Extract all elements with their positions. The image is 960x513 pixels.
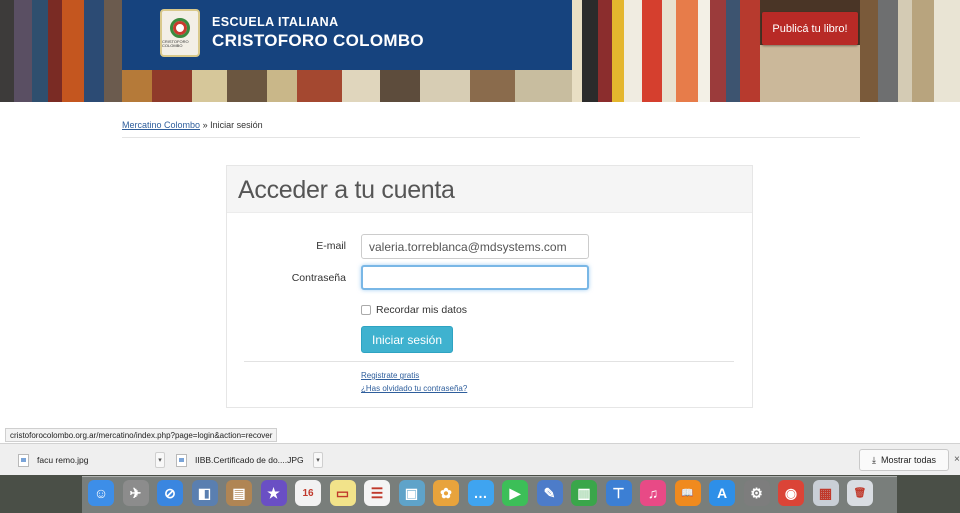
launchpad-icon[interactable]: ✈ [122,480,149,506]
login-button[interactable]: Iniciar sesión [361,326,453,353]
preview-icon[interactable]: ◧ [191,480,218,506]
safari-icon[interactable]: ⊘ [157,480,183,506]
messages-icon[interactable]: … [467,480,494,506]
breadcrumb-divider [122,137,860,138]
remember-label[interactable]: Recordar mis datos [376,304,467,316]
download-menu-caret[interactable]: ▾ [313,452,323,468]
logo-seal-icon [170,18,190,38]
download-filename: IIBB.Certificado de do....JPG [195,455,304,465]
downloads-folder-icon[interactable]: ▦ [812,480,839,506]
image-file-icon [176,453,187,467]
download-item[interactable]: IIBB.Certificado de do....JPG [176,450,304,470]
school-name-line1: ESCUELA ITALIANA [212,15,339,29]
breadcrumb-home-link[interactable]: Mercatino Colombo [122,120,200,130]
show-all-label: Mostrar todas [880,455,936,465]
download-menu-caret[interactable]: ▾ [155,452,165,468]
password-label: Contraseña [291,272,346,284]
chrome-icon[interactable]: ◉ [778,480,804,506]
ibooks-icon[interactable]: 📖 [674,480,701,506]
download-filename: facu remo.jpg [37,455,89,465]
app-store-icon[interactable]: A [709,480,735,506]
status-url: cristoforocolombo.org.ar/mercatino/index… [5,428,278,442]
school-name-line2: CRISTOFORO COLOMBO [212,31,424,50]
show-all-downloads-button[interactable]: ⤓ Mostrar todas [859,449,949,471]
password-field[interactable] [361,265,589,290]
imovie-icon[interactable]: ★ [260,480,287,506]
remember-checkbox[interactable] [361,305,371,315]
close-download-bar-icon[interactable]: × [954,454,960,465]
breadcrumb: Mercatino Colombo » Iniciar sesión [122,120,263,130]
image-file-icon [18,453,29,467]
contacts-icon[interactable]: ▤ [226,480,252,506]
finder-icon[interactable]: ☺ [88,480,114,506]
facetime-icon[interactable]: ▶ [502,480,528,506]
page-title: Acceder a tu cuenta [238,176,455,204]
breadcrumb-current: Iniciar sesión [210,120,263,130]
login-divider [244,361,734,362]
logo-text: CRISTOFORO COLOMBO [162,39,189,48]
email-field[interactable] [361,234,589,259]
photo-viewer-icon[interactable]: ▣ [398,480,425,506]
forgot-password-link[interactable]: ¿Has olvidado tu contraseña? [361,384,467,393]
school-logo[interactable]: CRISTOFORO COLOMBO [160,9,200,57]
textedit-icon[interactable]: ✎ [536,480,563,506]
site-banner: CRISTOFORO COLOMBO ESCUELA ITALIANA CRIS… [0,0,960,102]
breadcrumb-separator: » [202,120,208,130]
download-icon: ⤓ [871,454,876,465]
download-bar: facu remo.jpg ▾ IIBB.Certificado de do..… [0,443,960,475]
download-item[interactable]: facu remo.jpg [18,450,89,470]
system-preferences-icon[interactable]: ⚙ [743,480,770,506]
trash-icon[interactable]: 🗑 [847,480,873,506]
login-card-header: Acceder a tu cuenta [227,166,752,213]
calendar-icon[interactable]: 16 [295,480,321,506]
notes-icon[interactable]: ▭ [329,480,356,506]
publish-book-button[interactable]: Publicá tu libro! [762,12,858,45]
reminders-icon[interactable]: ☰ [364,480,390,506]
numbers-icon[interactable]: ▥ [571,480,597,506]
itunes-icon[interactable]: ♫ [640,480,666,506]
keynote-icon[interactable]: ⊤ [605,480,632,506]
email-label: E-mail [316,240,346,252]
photos-icon[interactable]: ✿ [433,480,459,506]
register-link[interactable]: Registrate gratis [361,371,419,380]
